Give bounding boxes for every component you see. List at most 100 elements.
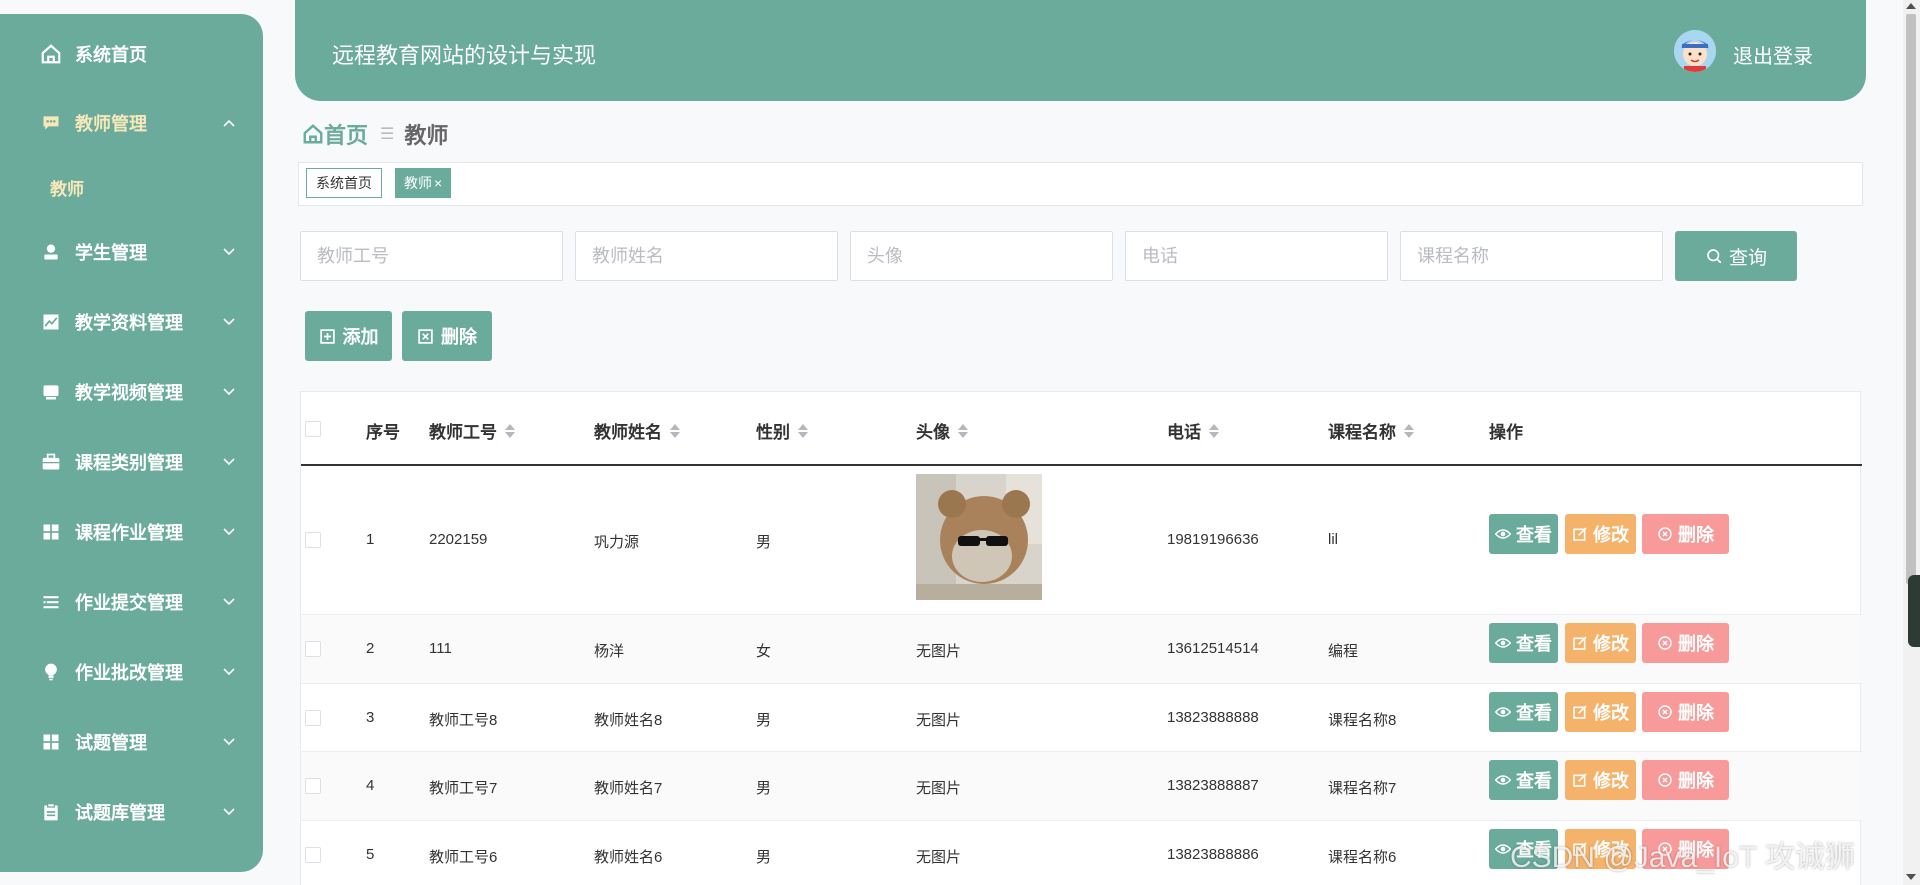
sidebar-item-submission-management[interactable]: 作业提交管理 xyxy=(0,582,263,622)
user-icon xyxy=(38,239,64,265)
sidebar-subitem-teacher[interactable]: 教师 xyxy=(50,175,84,200)
delete-button[interactable]: 删除 xyxy=(1642,760,1729,800)
column-header-avatar[interactable]: 头像 xyxy=(916,418,968,443)
course-search-input[interactable] xyxy=(1400,231,1663,281)
close-circle-icon xyxy=(1658,705,1672,719)
cell-avatar: 无图片 xyxy=(916,643,962,660)
delete-label: 删除 xyxy=(441,327,477,347)
grid-icon xyxy=(38,519,64,545)
sort-icon[interactable] xyxy=(798,423,808,438)
sidebar-item-label: 系统首页 xyxy=(75,45,147,65)
search-icon xyxy=(1707,249,1722,264)
column-header-course[interactable]: 课程名称 xyxy=(1328,418,1414,443)
sidebar-item-grading-management[interactable]: 作业批改管理 xyxy=(0,652,263,692)
table-row: 3 教师工号8 教师姓名8 男 无图片 13823888888 课程名称8 查看… xyxy=(301,684,1862,752)
cell-teacher-no: 教师工号8 xyxy=(429,712,498,729)
edit-button[interactable]: 修改 xyxy=(1565,760,1636,800)
select-all-checkbox[interactable] xyxy=(305,421,321,437)
table-header: 序号 教师工号 教师姓名 性别 头像 电话 课程名称 操作 xyxy=(301,392,1862,466)
sidebar-item-question-management[interactable]: 试题管理 xyxy=(0,722,263,762)
cell-teacher-no: 教师工号6 xyxy=(429,849,498,866)
avatar-search-input[interactable] xyxy=(850,231,1113,281)
breadcrumb-current: 教师 xyxy=(404,123,449,148)
view-button[interactable]: 查看 xyxy=(1489,760,1558,800)
query-label: 查询 xyxy=(1728,247,1767,269)
delete-button[interactable]: 删除 xyxy=(1642,514,1729,554)
edit-icon xyxy=(1573,705,1587,719)
sort-icon[interactable] xyxy=(670,423,680,438)
sidebar-item-label: 作业提交管理 xyxy=(75,593,183,613)
tv-icon xyxy=(38,379,64,405)
view-button[interactable]: 查看 xyxy=(1489,514,1558,554)
teacher-no-search-input[interactable] xyxy=(300,231,563,281)
cell-avatar: 无图片 xyxy=(916,780,962,797)
view-button[interactable]: 查看 xyxy=(1489,692,1558,732)
sidebar-item-material-management[interactable]: 教学资料管理 xyxy=(0,302,263,342)
query-button[interactable]: 查询 xyxy=(1675,231,1797,281)
sidebar-item-label: 教学视频管理 xyxy=(75,383,183,403)
column-header-gender[interactable]: 性别 xyxy=(756,418,808,443)
view-button[interactable]: 查看 xyxy=(1489,623,1558,663)
sidebar-item-label: 教学资料管理 xyxy=(75,313,183,333)
add-button[interactable]: 添加 xyxy=(305,311,392,361)
sidebar-item-video-management[interactable]: 教学视频管理 xyxy=(0,372,263,412)
chevron-down-icon xyxy=(222,525,236,539)
edit-icon xyxy=(1573,527,1587,541)
close-icon[interactable]: × xyxy=(434,175,442,191)
view-label: 查看 xyxy=(1516,703,1552,723)
bulk-delete-button[interactable]: 删除 xyxy=(402,311,492,361)
chart-icon xyxy=(38,309,64,335)
sidebar-item-home[interactable]: 系统首页 xyxy=(0,34,263,74)
scroll-up-arrow-icon[interactable] xyxy=(1906,3,1916,9)
breadcrumb-home[interactable]: 首页 xyxy=(302,118,368,150)
sidebar-item-homework-management[interactable]: 课程作业管理 xyxy=(0,512,263,552)
sort-icon[interactable] xyxy=(505,423,515,438)
logout-button[interactable]: 退出登录 xyxy=(1733,40,1813,69)
plus-square-icon xyxy=(319,328,335,344)
column-header-teacher-name[interactable]: 教师姓名 xyxy=(594,418,680,443)
sort-icon[interactable] xyxy=(958,423,968,438)
side-dock-widget[interactable] xyxy=(1908,575,1920,647)
cell-teacher-name: 教师姓名6 xyxy=(594,849,663,866)
chevron-down-icon xyxy=(222,315,236,329)
cell-course: lil xyxy=(1328,531,1338,548)
sidebar-item-question-bank[interactable]: 试题库管理 xyxy=(0,792,263,832)
row-checkbox[interactable] xyxy=(305,641,321,657)
cell-teacher-name: 教师姓名8 xyxy=(594,712,663,729)
scrollbar-thumb[interactable] xyxy=(1906,14,1916,584)
tag-teacher[interactable]: 教师 × xyxy=(395,168,452,198)
sidebar-item-teacher-management[interactable]: 教师管理 xyxy=(0,103,263,143)
scroll-down-arrow-icon[interactable] xyxy=(1906,874,1916,880)
teacher-name-search-input[interactable] xyxy=(575,231,838,281)
sort-icon[interactable] xyxy=(1209,423,1219,438)
table-row: 1 2202159 巩力源 男 19819196636 lil 查看 修改 删除 xyxy=(301,466,1862,615)
edit-button[interactable]: 修改 xyxy=(1565,514,1636,554)
sidebar-item-student-management[interactable]: 学生管理 xyxy=(0,232,263,272)
row-checkbox[interactable] xyxy=(305,778,321,794)
row-checkbox[interactable] xyxy=(305,532,321,548)
cell-teacher-name: 杨洋 xyxy=(594,643,625,660)
delete-button[interactable]: 删除 xyxy=(1642,692,1729,732)
cell-teacher-no: 2202159 xyxy=(429,531,488,548)
column-header-phone[interactable]: 电话 xyxy=(1167,418,1219,443)
tag-home[interactable]: 系统首页 xyxy=(306,168,382,198)
row-checkbox[interactable] xyxy=(305,847,321,863)
sort-icon[interactable] xyxy=(1404,423,1414,438)
cell-course: 课程名称7 xyxy=(1328,780,1397,797)
delete-button[interactable]: 删除 xyxy=(1642,623,1729,663)
column-label: 课程名称 xyxy=(1328,423,1396,442)
user-avatar[interactable] xyxy=(1674,30,1716,72)
chevron-down-icon xyxy=(222,735,236,749)
grid-icon xyxy=(38,729,64,755)
column-label: 序号 xyxy=(366,423,400,442)
edit-label: 修改 xyxy=(1593,634,1629,654)
column-label: 操作 xyxy=(1489,423,1523,442)
bulb-icon xyxy=(38,659,64,685)
row-checkbox[interactable] xyxy=(305,710,321,726)
breadcrumb-separator-icon: ☰ xyxy=(380,126,395,143)
column-header-teacher-no[interactable]: 教师工号 xyxy=(429,418,515,443)
edit-button[interactable]: 修改 xyxy=(1565,692,1636,732)
edit-button[interactable]: 修改 xyxy=(1565,623,1636,663)
sidebar-item-course-category[interactable]: 课程类别管理 xyxy=(0,442,263,482)
phone-search-input[interactable] xyxy=(1125,231,1388,281)
